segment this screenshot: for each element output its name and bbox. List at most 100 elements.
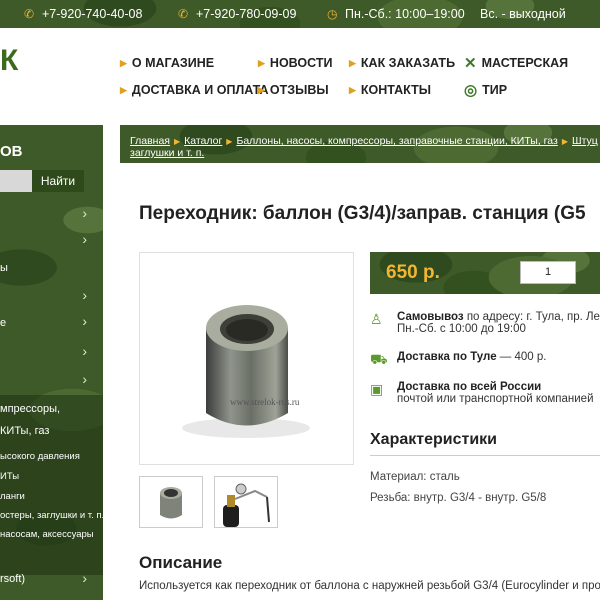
price-box: 650 р. 1	[370, 252, 600, 294]
submenu-item[interactable]: ИТы	[0, 471, 19, 482]
nav-label: КАК ЗАКАЗАТЬ	[360, 56, 456, 70]
chevron-right-icon: ▶	[561, 137, 568, 146]
nav-shooting-range[interactable]: ◎ ТИР	[464, 81, 507, 99]
product-title: Переходник: баллон (G3/4)/заправ. станци…	[139, 203, 586, 224]
chevron-right-icon: ▶	[226, 137, 233, 146]
characteristic-thread: Резьба: внутр. G3/4 - внутр. G5/8	[370, 492, 547, 504]
sidebar-item[interactable]: ›	[0, 231, 103, 253]
sidebar-item-label: е	[0, 317, 7, 329]
chevron-right-icon: ›	[82, 313, 87, 329]
phone-icon: ✆	[24, 7, 35, 21]
clock-icon: ◷	[327, 7, 338, 21]
search-input[interactable]	[0, 170, 32, 192]
sidebar-search: Найти	[0, 170, 84, 192]
person-icon: ♙	[370, 311, 383, 327]
pickup-label: Самовывоз	[397, 311, 464, 323]
thumbnail-image	[160, 487, 182, 519]
breadcrumb-subcategory-cont[interactable]: заглушки и т. п.	[130, 147, 204, 159]
nav-contacts[interactable]: ▶ КОНТАКТЫ	[349, 83, 431, 97]
chevron-right-icon: ›	[82, 287, 87, 303]
pickup-option: ♙ Самовывоз по адресу: г. Тула, пр. Лен …	[370, 311, 600, 335]
sidebar-catalog: ОВ Найти › › ы › е › › › мпрессоры, КИТы…	[0, 125, 103, 600]
breadcrumb-category[interactable]: Баллоны, насосы, компрессоры, заправочны…	[236, 135, 557, 147]
breadcrumb-subcategory[interactable]: Штуц	[572, 135, 598, 147]
submenu-item[interactable]: остеры, заглушки и т. п.	[0, 510, 103, 521]
nav-label: ДОСТАВКА И ОПЛАТА	[131, 83, 269, 97]
hours-text: Пн.-Сб.: 10:00–19:00	[345, 7, 465, 21]
sidebar-item-label: rsoft)	[0, 573, 26, 585]
nav-label: МАСТЕРСКАЯ	[481, 56, 569, 70]
sidebar-item[interactable]: ›	[0, 371, 103, 393]
phone-icon: ✆	[178, 7, 189, 21]
characteristic-material: Материал: сталь	[370, 471, 460, 483]
phone-1-text: +7-920-740-40-08	[42, 7, 143, 21]
thumbnail-usage[interactable]	[214, 476, 278, 528]
description-title: Описание	[139, 553, 223, 572]
logo[interactable]: К	[0, 44, 18, 78]
thumbnail-adapter[interactable]	[139, 476, 203, 528]
nav-delivery[interactable]: ▶ ДОСТАВКА И ОПЛАТА	[120, 83, 269, 97]
chevron-right-icon: ›	[82, 231, 87, 247]
arrow-right-icon: ▶	[349, 84, 356, 95]
truck-icon: ⛟	[370, 351, 388, 367]
logo-text: К	[0, 44, 19, 77]
delivery-russia-text: почтой или транспортной компанией	[397, 393, 594, 405]
chevron-right-icon: ›	[82, 205, 87, 221]
sidebar-item[interactable]: ы	[0, 262, 103, 278]
nav-reviews[interactable]: ▶ ОТЗЫВЫ	[258, 83, 329, 97]
sidebar-item[interactable]: ›	[0, 343, 103, 365]
sidebar-title: ОВ	[0, 143, 23, 160]
nav-news[interactable]: ▶ НОВОСТИ	[258, 56, 332, 70]
search-button[interactable]: Найти	[32, 170, 84, 192]
price: 650 р.	[386, 262, 440, 283]
submenu-item[interactable]: КИТы, газ	[0, 425, 49, 437]
top-bar: ✆ +7-920-740-40-08 ✆ +7-920-780-09-09 ◷ …	[0, 0, 600, 28]
pickup-address: по адресу: г. Тула, пр. Лен	[466, 311, 600, 323]
nav-label: О МАГАЗИНЕ	[131, 56, 215, 70]
delivery-russia-option: ▣ Доставка по всей России почтой или тра…	[370, 381, 594, 405]
arrow-right-icon: ▶	[258, 84, 265, 95]
phone-2[interactable]: ✆ +7-920-780-09-09	[178, 7, 296, 21]
delivery-russia-label: Доставка по всей России	[397, 381, 542, 393]
submenu-item[interactable]: мпрессоры,	[0, 403, 60, 415]
nav-how-to-order[interactable]: ▶ КАК ЗАКАЗАТЬ	[349, 56, 455, 70]
day-off-text: Вс. - выходной	[480, 7, 566, 21]
quantity-input[interactable]: 1	[520, 261, 576, 284]
tools-icon: ✕	[464, 55, 477, 72]
nav-about[interactable]: ▶ О МАГАЗИНЕ	[120, 56, 214, 70]
delivery-tula-price: — 400 р.	[499, 351, 547, 363]
chevron-right-icon: ›	[82, 570, 87, 586]
target-icon: ◎	[464, 82, 478, 99]
characteristics-title: Характеристики	[370, 431, 498, 448]
nav-label: ТИР	[482, 83, 508, 97]
arrow-right-icon: ▶	[349, 57, 356, 68]
sidebar-item-label: ы	[0, 262, 8, 274]
arrow-right-icon: ▶	[120, 57, 127, 68]
breadcrumb-home[interactable]: Главная	[130, 135, 170, 147]
day-off: Вс. - выходной	[480, 7, 566, 21]
delivery-tula-label: Доставка по Туле	[397, 351, 497, 363]
thumbnail-image	[223, 483, 270, 527]
description-text: Используется как переходник от баллона с…	[139, 580, 600, 592]
sidebar-item[interactable]: е ›	[0, 313, 103, 339]
sidebar-item[interactable]: rsoft) ›	[0, 570, 103, 595]
arrow-right-icon: ▶	[258, 57, 265, 68]
product-image[interactable]: www.strelok-rus.ru	[139, 252, 354, 465]
chevron-right-icon: ›	[82, 371, 87, 387]
nav-label: НОВОСТИ	[269, 56, 333, 70]
pickup-hours: Пн.-Сб. с 10:00 до 19:00	[397, 323, 526, 335]
phone-2-text: +7-920-780-09-09	[196, 7, 297, 21]
phone-1[interactable]: ✆ +7-920-740-40-08	[24, 7, 142, 21]
sidebar-submenu: мпрессоры, КИТы, газ ысокого давления ИТ…	[0, 395, 103, 575]
chevron-right-icon: ▶	[173, 137, 181, 146]
work-hours: ◷ Пн.-Сб.: 10:00–19:00	[327, 7, 465, 21]
sidebar-item[interactable]: ›	[0, 287, 103, 309]
breadcrumb-catalog[interactable]: Каталог	[184, 135, 222, 147]
breadcrumb: Главная ▶ Каталог ▶ Баллоны, насосы, компрес…	[120, 125, 600, 163]
submenu-item[interactable]: насосам, аксессуары	[0, 529, 94, 540]
nav-workshop[interactable]: ✕ МАСТЕРСКАЯ	[464, 54, 568, 72]
submenu-item[interactable]: ланги	[0, 491, 25, 502]
nav-label: КОНТАКТЫ	[360, 83, 431, 97]
sidebar-item[interactable]: ›	[0, 205, 103, 227]
submenu-item[interactable]: ысокого давления	[0, 451, 80, 462]
